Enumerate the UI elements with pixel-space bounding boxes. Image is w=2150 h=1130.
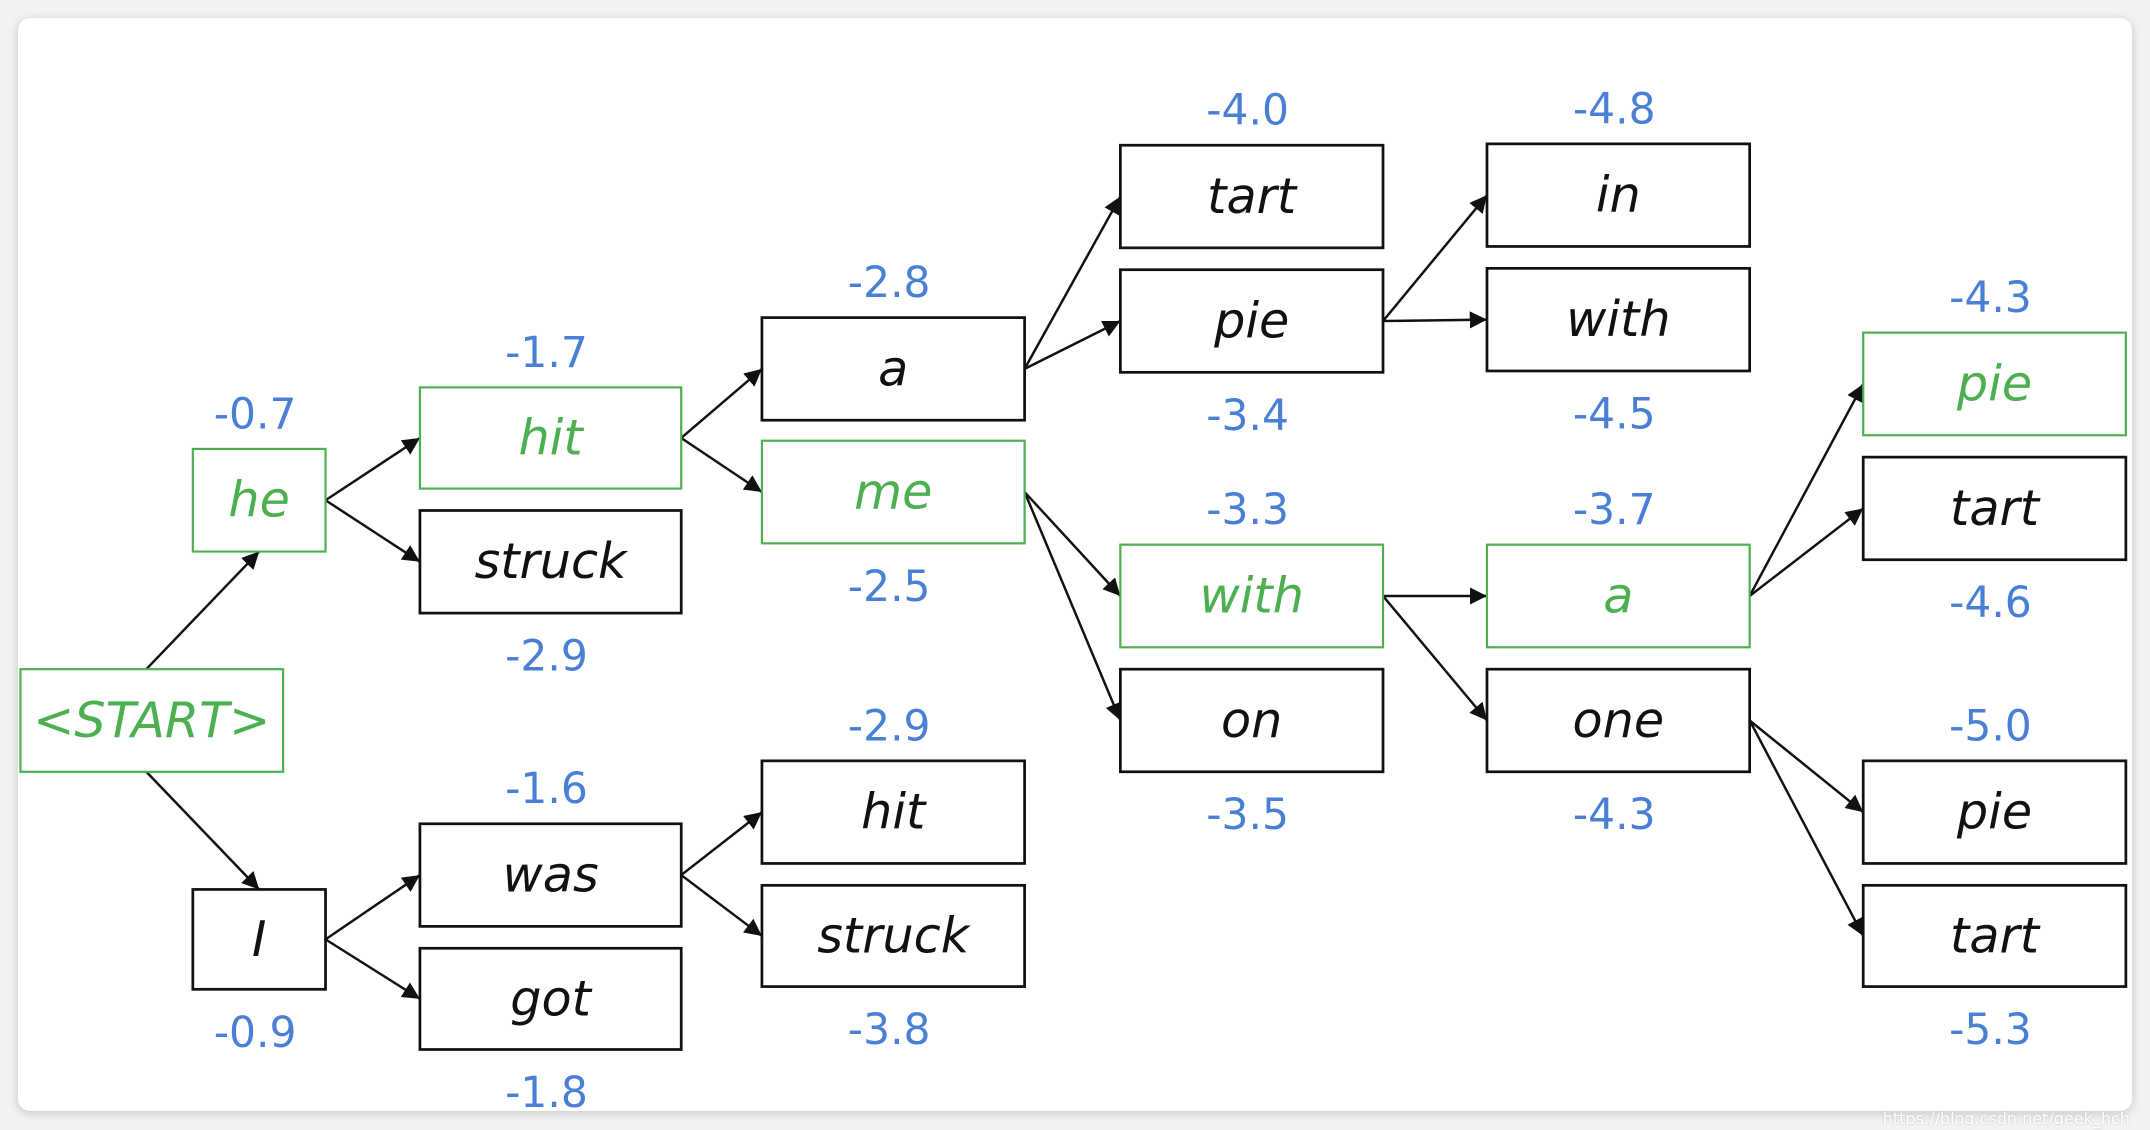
node-he: he -0.7 [191,389,327,553]
node-label: me [854,462,932,520]
node-score: -4.5 [1573,389,1656,438]
node-in: in -4.8 [1485,84,1752,248]
node-struck1: struck -2.9 [418,509,683,681]
node-pie2: pie -4.3 [1862,273,2127,437]
node-label: tart [1207,167,1298,225]
node-hit2: hit -2.9 [760,701,1026,865]
node-label: got [510,969,592,1027]
watermark: https://blog.csdn.net/geek_hch [1882,1109,2130,1128]
node-was: was -1.6 [418,764,683,928]
node-score: -1.6 [505,764,588,813]
node-tart3: tart -5.3 [1861,883,2128,1054]
node-score: -3.5 [1206,790,1289,839]
node-a2: a -3.7 [1485,485,1751,649]
node-pie1: pie -3.4 [1118,268,1385,440]
edge-start-he [145,550,261,671]
node-label: in [1596,166,1641,224]
node-with1: with -3.3 [1119,485,1385,649]
edge-pie1-with2 [1383,311,1488,329]
node-score: -5.0 [1949,701,2032,750]
node-struck2: struck -3.8 [760,883,1026,1054]
node-label: he [228,471,289,529]
node-label: hit [518,408,584,466]
node-score: -5.3 [1949,1005,2032,1054]
edge-a1-tart1 [1023,195,1122,370]
edge-a2-pie2 [1748,383,1865,597]
node-tart2: tart -4.6 [1861,455,2128,627]
node-me: me -2.5 [760,439,1026,611]
slide-window: <START> he -0.7 I -0.9 hit -1.7 struck -2.9 was -1… [18,18,2132,1111]
node-score: -4.3 [1949,273,2032,322]
edge-with1-one [1382,595,1488,722]
node-start: <START> [19,668,285,773]
node-label: pie [1213,291,1289,349]
edge-start-I [145,770,261,891]
node-label: struck [475,532,629,590]
node-label: on [1221,691,1282,749]
node-label: <START> [33,691,270,749]
edge-hit1-me [680,436,763,494]
node-score: -3.3 [1206,485,1289,534]
node-label: with [1199,566,1303,624]
edge-me-with1 [1023,491,1122,597]
node-label: tart [1950,479,2041,537]
node-label: a [1603,566,1633,624]
node-on: on -3.5 [1118,667,1385,839]
node-label: hit [861,783,927,841]
edge-he-struck1 [324,499,421,563]
edge-hit1-a1 [680,367,763,439]
node-label: pie [1956,783,2032,841]
node-score: -3.8 [848,1005,931,1054]
edge-me-on [1023,491,1122,721]
node-score: -2.8 [848,258,931,307]
edge-he-hit1 [324,436,421,502]
node-a1: a -2.8 [760,258,1026,422]
node-label: one [1573,691,1665,749]
node-hit1: hit -1.7 [418,328,683,490]
beam-search-tree: <START> he -0.7 I -0.9 hit -1.7 struck -2.9 was -1… [19,84,2128,1111]
edge-was-hit2 [680,811,763,877]
node-score: -0.7 [214,389,297,438]
edge-a2-tart2 [1748,507,1864,597]
node-score: -4.8 [1573,84,1656,133]
node-score: -3.4 [1206,391,1289,440]
node-score: -1.8 [505,1068,588,1111]
node-label: was [503,845,599,903]
edge-was-struck2 [680,874,763,937]
edge-I-got [324,938,421,1000]
node-score: -0.9 [214,1008,297,1057]
node-I: I -0.9 [191,888,327,1057]
node-label: a [878,339,908,397]
node-score: -2.9 [505,632,588,681]
node-score: -2.5 [848,562,931,611]
edge-one-pie3 [1748,719,1864,814]
node-label: tart [1950,906,2041,964]
node-score: -4.0 [1206,86,1289,135]
node-with2: with -4.5 [1485,266,1752,438]
edge-one-tart3 [1748,719,1865,937]
node-label: with [1566,290,1670,348]
node-got: got -1.8 [418,946,683,1111]
node-score: -1.7 [505,328,588,377]
node-score: -2.9 [848,701,931,750]
node-label: I [252,910,267,968]
node-label: pie [1956,354,2032,412]
node-tart1: tart -4.0 [1118,86,1385,250]
node-pie3: pie -5.0 [1861,701,2128,865]
edge-I-was [324,874,421,941]
node-score: -4.3 [1573,790,1656,839]
node-score: -4.6 [1949,578,2032,627]
node-one: one -4.3 [1485,667,1752,839]
node-score: -3.7 [1573,485,1656,534]
edge-pie1-in [1382,194,1488,322]
node-label: struck [817,906,971,964]
